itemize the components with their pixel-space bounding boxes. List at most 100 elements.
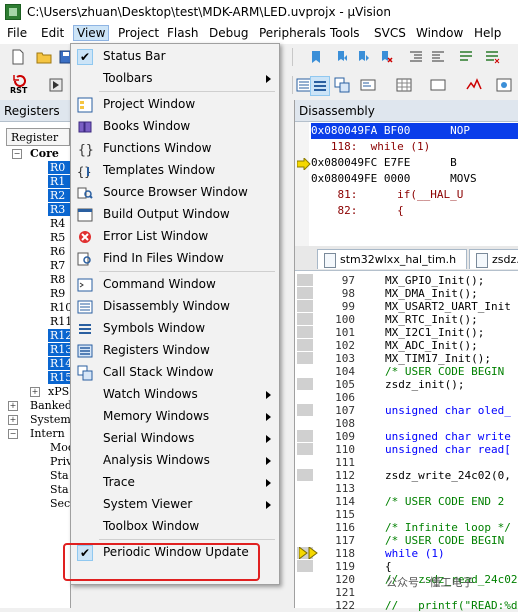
new-file-icon[interactable] [10, 49, 26, 65]
menu-item-command-window[interactable]: Command Window [73, 274, 277, 296]
menu-tools[interactable]: Tools [330, 26, 360, 40]
code-line[interactable]: 114 /* USER CODE END 2 [295, 495, 518, 508]
menu-item-trace[interactable]: Trace [73, 472, 277, 494]
menu-item-toolbars[interactable]: Toolbars [73, 68, 277, 90]
collapse-icon[interactable]: − [12, 149, 22, 159]
register-row[interactable]: R2 [0, 189, 70, 203]
open-folder-icon[interactable] [36, 49, 52, 65]
menu-item-find-in-files-window[interactable]: Find In Files Window [73, 248, 277, 270]
collapse-icon[interactable]: − [8, 429, 18, 439]
breakpoint-margin[interactable] [297, 300, 313, 312]
indent-icon[interactable] [408, 49, 424, 65]
bookmark-icon[interactable] [308, 49, 324, 65]
menu-window[interactable]: Window [416, 26, 463, 40]
register-row[interactable]: R13 [0, 343, 72, 357]
tab-stm32wlxx-hal-tim[interactable]: stm32wlxx_hal_tim.h [317, 249, 467, 269]
expand-icon[interactable]: + [8, 415, 18, 425]
register-row[interactable]: R12 [0, 329, 72, 343]
comment-icon[interactable] [458, 49, 474, 65]
register-row[interactable]: R10 [0, 301, 72, 315]
menu-item-source-browser-window[interactable]: Source Browser Window [73, 182, 277, 204]
tree-item[interactable]: Sta [0, 483, 70, 497]
disassembly-line[interactable]: 118: while (1) [311, 139, 518, 155]
menu-help[interactable]: Help [474, 26, 501, 40]
disassembly-line[interactable]: 81: if(__HAL_U [311, 187, 518, 203]
code-line[interactable]: 108 [295, 417, 518, 430]
breakpoint-margin[interactable] [297, 404, 313, 416]
tree-system[interactable]: + System [0, 413, 71, 427]
code-line[interactable]: 107 unsigned char oled_ [295, 404, 518, 417]
breakpoint-margin[interactable] [297, 287, 313, 299]
code-line[interactable]: 102 MX_ADC_Init(); [295, 339, 518, 352]
clear-bookmarks-icon[interactable] [378, 49, 394, 65]
next-bookmark-icon[interactable] [356, 49, 372, 65]
tree-core[interactable]: − Core [0, 147, 70, 161]
menu-item-functions-window[interactable]: {} Functions Window [73, 138, 277, 160]
breakpoint-margin[interactable] [297, 430, 313, 442]
menu-debug[interactable]: Debug [209, 26, 248, 40]
tree-banked[interactable]: + Banked [0, 399, 72, 413]
menu-item-analysis-windows[interactable]: Analysis Windows [73, 450, 277, 472]
prev-bookmark-icon[interactable] [334, 49, 350, 65]
menu-item-call-stack-window[interactable]: Call Stack Window [73, 362, 277, 384]
menu-view[interactable]: View [73, 25, 110, 41]
trace-icon[interactable] [466, 77, 482, 93]
menu-project[interactable]: Project [118, 26, 159, 40]
disassembly-line[interactable]: 0x080049FE 0000 MOVS [311, 171, 518, 187]
menu-item-serial-windows[interactable]: Serial Windows [73, 428, 277, 450]
disassembly-line[interactable]: 0x080049FC E7FE B [311, 155, 518, 171]
code-line[interactable]: 97 MX_GPIO_Init(); [295, 274, 518, 287]
register-row[interactable]: R0 [0, 161, 70, 175]
code-line[interactable]: 109 unsigned char write [295, 430, 518, 443]
menu-item-error-list-window[interactable]: Error List Window [73, 226, 277, 248]
tree-item[interactable]: Sta [0, 469, 70, 483]
menu-item-disassembly-window[interactable]: Disassembly Window [73, 296, 277, 318]
tree-item[interactable]: Sec [0, 497, 70, 511]
menu-flash[interactable]: Flash [167, 26, 198, 40]
code-line[interactable]: 119 { [295, 560, 518, 573]
menu-item-templates-window[interactable]: {} Templates Window [73, 160, 277, 182]
register-row[interactable]: R11 [0, 315, 72, 329]
memory-window-icon[interactable] [396, 77, 412, 93]
menu-item-toolbox-window[interactable]: Toolbox Window [73, 516, 277, 538]
menu-file[interactable]: File [7, 26, 27, 40]
register-row[interactable]: R5 [0, 231, 70, 245]
breakpoint-margin[interactable] [297, 469, 313, 481]
tree-item[interactable]: Mod [0, 441, 75, 455]
menu-item-system-viewer[interactable]: System Viewer [73, 494, 277, 516]
uncomment-icon[interactable] [484, 49, 500, 65]
code-line[interactable]: 113 [295, 482, 518, 495]
unindent-icon[interactable] [430, 49, 446, 65]
menu-item-memory-windows[interactable]: Memory Windows [73, 406, 277, 428]
menu-item-status-bar[interactable]: ✔ Status Bar [73, 46, 277, 68]
menu-item-symbols-window[interactable]: Symbols Window [73, 318, 277, 340]
code-line[interactable]: 105 zsdz_init(); [295, 378, 518, 391]
code-line[interactable]: 104 /* USER CODE BEGIN [295, 365, 518, 378]
register-row[interactable]: R1 [0, 175, 70, 189]
code-line[interactable]: 115 [295, 508, 518, 521]
register-row[interactable]: R7 [0, 259, 70, 273]
menu-peripherals[interactable]: Peripherals [259, 26, 326, 40]
register-row[interactable]: R14 [0, 357, 72, 371]
breakpoint-margin[interactable] [297, 313, 313, 325]
register-row[interactable]: R3 [0, 203, 70, 217]
code-line[interactable]: 98 MX_DMA_Init(); [295, 287, 518, 300]
menu-item-watch-windows[interactable]: Watch Windows [73, 384, 277, 406]
breakpoint-margin[interactable] [297, 560, 313, 572]
breakpoint-margin[interactable] [297, 326, 313, 338]
run-icon[interactable] [48, 77, 64, 93]
code-line[interactable]: 111 [295, 456, 518, 469]
code-line[interactable]: 122 // printf("READ:%d [295, 599, 518, 612]
tree-internal[interactable]: − Intern [0, 427, 70, 441]
menu-item-books-window[interactable]: Books Window [73, 116, 277, 138]
menu-item-registers-window[interactable]: Registers Window [73, 340, 277, 362]
register-row[interactable]: R4 [0, 217, 70, 231]
breakpoint-margin[interactable] [297, 339, 313, 351]
watch-window-icon[interactable] [360, 77, 376, 93]
breakpoint-margin[interactable] [297, 443, 313, 455]
code-line[interactable]: 112 zsdz_write_24c02(0, [295, 469, 518, 482]
code-line[interactable]: 101 MX_I2C1_Init(); [295, 326, 518, 339]
register-row[interactable]: R6 [0, 245, 70, 259]
reset-button[interactable]: RST [8, 75, 32, 97]
menu-item-build-output-window[interactable]: Build Output Window [73, 204, 277, 226]
